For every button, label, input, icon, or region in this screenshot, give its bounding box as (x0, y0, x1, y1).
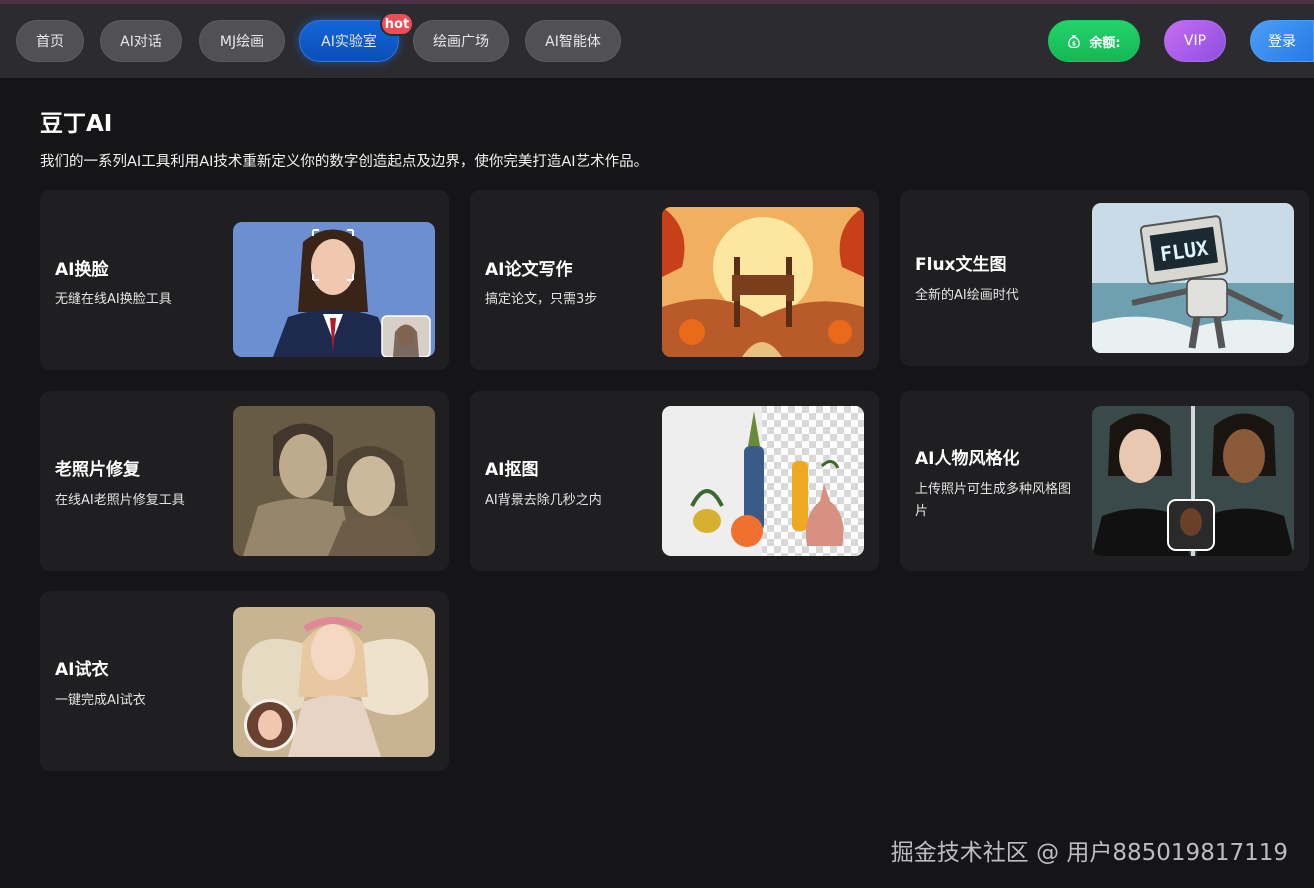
card-description: 全新的AI绘画时代 (915, 288, 1019, 303)
card-description: 无缝在线AI换脸工具 (55, 292, 172, 307)
tool-card-old-photo-restore[interactable]: 老照片修复 在线AI老照片修复工具 (40, 391, 449, 571)
nav-home[interactable]: 首页 (16, 20, 84, 62)
watermark: 掘金技术社区 @ 用户885019817119 (890, 840, 1288, 866)
login-button[interactable]: 登录 (1250, 20, 1314, 62)
face-swap-thumbnail (233, 222, 435, 357)
top-navbar: 首页 AI对话 MJ绘画 AI实验室 hot 绘画广场 AI智能体 $ 余额: … (0, 4, 1314, 78)
portrait-stylize-thumbnail (1092, 406, 1294, 556)
money-bag-icon: $ (1068, 35, 1081, 48)
card-title: AI试衣 (55, 660, 109, 680)
hot-badge: hot (380, 12, 414, 36)
tool-card-cutout[interactable]: AI抠图 AI背景去除几秒之内 (470, 391, 879, 571)
old-photo-thumbnail (233, 406, 435, 556)
tool-card-virtual-tryon[interactable]: AI试衣 一键完成AI试衣 (40, 591, 449, 771)
nav-ai-agent[interactable]: AI智能体 (525, 20, 621, 62)
page-title: 豆丁AI (40, 111, 113, 137)
tool-card-flux[interactable]: Flux文生图 全新的AI绘画时代 FLUX (900, 190, 1309, 366)
card-description: 上传照片可生成多种风格图片 (915, 482, 1072, 519)
balance-label: 余额: (1089, 35, 1121, 51)
page-description: 我们的一系列AI工具利用AI技术重新定义你的数字创造起点及边界，使你完美打造AI… (40, 154, 649, 170)
nav-mj-drawing[interactable]: MJ绘画 (199, 20, 285, 62)
card-title: 老照片修复 (55, 460, 140, 480)
card-title: AI抠图 (485, 460, 539, 480)
svg-text:$: $ (1072, 40, 1076, 47)
card-description: AI背景去除几秒之内 (485, 493, 602, 508)
vip-button[interactable]: VIP (1164, 20, 1226, 62)
balance-button[interactable]: $ 余额: (1048, 20, 1140, 62)
card-title: Flux文生图 (915, 255, 1007, 275)
card-title: AI论文写作 (485, 260, 573, 280)
tool-card-paper-writing[interactable]: AI论文写作 搞定论文，只需3步 (470, 190, 879, 370)
tool-card-face-swap[interactable]: AI换脸 无缝在线AI换脸工具 (40, 190, 449, 370)
cutout-thumbnail (662, 406, 864, 556)
card-description: 一键完成AI试衣 (55, 693, 146, 708)
flux-thumbnail: FLUX (1092, 203, 1294, 353)
card-description: 搞定论文，只需3步 (485, 292, 598, 307)
card-title: AI换脸 (55, 260, 109, 280)
nav-drawing-plaza[interactable]: 绘画广场 (413, 20, 509, 62)
paper-writing-thumbnail (662, 207, 864, 357)
tool-card-portrait-stylize[interactable]: AI人物风格化 上传照片可生成多种风格图片 (900, 391, 1309, 571)
card-description: 在线AI老照片修复工具 (55, 493, 185, 508)
virtual-tryon-thumbnail (233, 607, 435, 757)
card-title: AI人物风格化 (915, 449, 1020, 469)
nav-ai-chat[interactable]: AI对话 (100, 20, 182, 62)
